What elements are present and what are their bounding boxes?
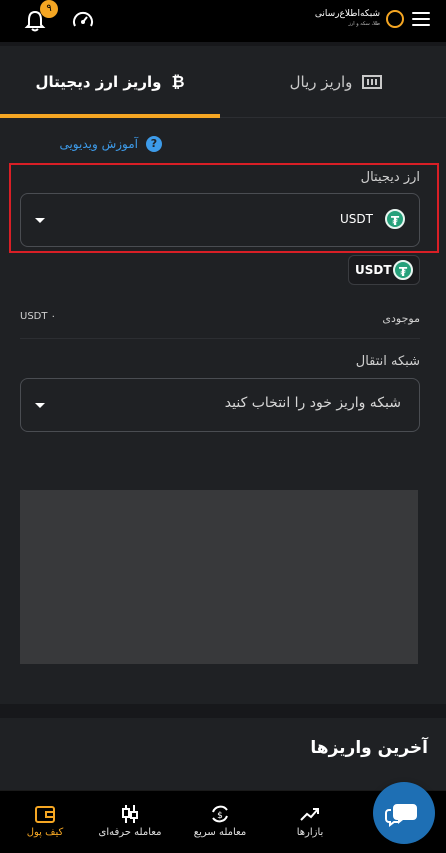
bitcoin-icon: ₿	[171, 72, 185, 91]
network-select[interactable]: شبکه واریز خود را انتخاب کنید	[20, 378, 420, 432]
nav-label-markets: بازارها	[296, 827, 324, 838]
video-tutorial-link[interactable]: ? آموزش ویدیویی	[59, 136, 162, 152]
deposit-address-placeholder	[20, 490, 418, 664]
tether-icon: ₮	[393, 260, 413, 280]
nav-item-wallet[interactable]: کیف پول	[0, 791, 90, 853]
tab-rial-label: واریز ریال	[289, 73, 353, 91]
banknote-icon	[362, 75, 383, 89]
coin-chip-label: USDT	[355, 263, 392, 277]
balance-label: موجودی	[382, 312, 420, 325]
menu-icon[interactable]	[412, 12, 430, 26]
logo-title: شبکه‌اطلاع‌رسانی	[314, 9, 380, 19]
tab-crypto-label: واریز ارز دیجیتال	[35, 73, 162, 91]
logo-subtitle: طلا، سکه و ارز	[348, 21, 380, 27]
crypto-field-label: ارز دیجیتال	[360, 170, 420, 185]
candlestick-icon	[122, 805, 138, 823]
nav-item-quick-trade[interactable]: $ معامله سریع	[175, 791, 265, 853]
balance-value: USDT ۰	[20, 311, 57, 322]
chat-support-button[interactable]	[373, 782, 435, 844]
network-field-label: شبکه انتقال	[355, 354, 420, 369]
question-icon: ?	[146, 136, 162, 152]
nav-label-wallet: کیف پول	[26, 827, 64, 838]
top-bar: شبکه‌اطلاع‌رسانی طلا، سکه و ارز ۹	[0, 0, 446, 42]
trend-icon	[300, 808, 319, 821]
recent-deposits-title: آخرین واریزها	[310, 738, 428, 758]
speedometer-icon[interactable]	[72, 9, 94, 31]
selected-coin-chip[interactable]: USDT ₮	[348, 255, 420, 285]
chevron-down-icon	[35, 218, 45, 223]
nav-label-pro-trade: معامله حرفه‌ای	[98, 827, 162, 838]
crypto-select[interactable]: USDT ₮	[20, 193, 420, 247]
active-tab-indicator	[0, 114, 220, 118]
nav-item-pro-trade[interactable]: معامله حرفه‌ای	[85, 791, 175, 853]
video-tutorial-label: آموزش ویدیویی	[59, 137, 138, 151]
network-select-placeholder: شبکه واریز خود را انتخاب کنید	[224, 395, 401, 411]
wallet-icon	[35, 806, 55, 823]
logo[interactable]: شبکه‌اطلاع‌رسانی طلا، سکه و ارز	[300, 7, 404, 33]
nav-item-markets[interactable]: بازارها	[265, 791, 355, 853]
deposit-tabs: ₿ واریز ارز دیجیتال واریز ریال	[0, 46, 446, 118]
chevron-down-icon	[35, 403, 45, 408]
crypto-select-value: USDT	[340, 212, 373, 226]
tether-icon: ₮	[385, 209, 405, 229]
logo-mark	[386, 10, 404, 28]
chat-icon	[385, 804, 417, 827]
notification-badge: ۹	[40, 0, 58, 18]
divider	[20, 338, 420, 339]
svg-text:$: $	[217, 811, 223, 821]
deposit-card: ₿ واریز ارز دیجیتال واریز ریال ? آموزش و…	[0, 46, 446, 704]
tab-rial-deposit[interactable]: واریز ریال	[226, 46, 446, 118]
swap-icon: $	[212, 805, 228, 823]
nav-label-quick-trade: معامله سریع	[193, 827, 247, 838]
tab-crypto-deposit[interactable]: ₿ واریز ارز دیجیتال	[0, 46, 220, 118]
